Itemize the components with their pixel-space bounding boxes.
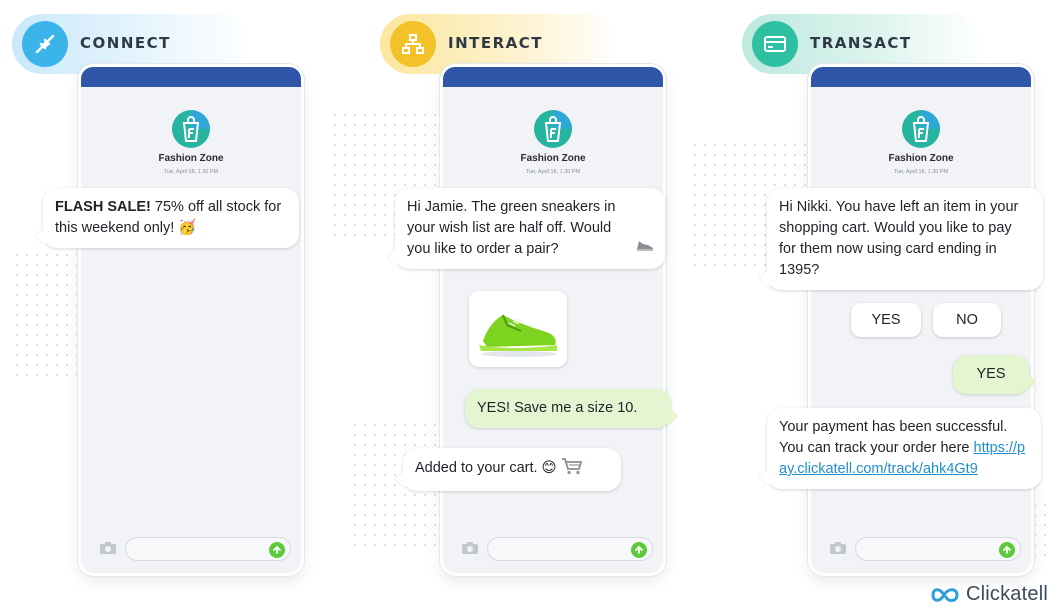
message-input[interactable] <box>125 537 291 561</box>
phone-connect: Fashion Zone Tue, April 18, 1.30 PM FLAS… <box>43 64 304 576</box>
brand-name: Fashion Zone <box>158 153 224 164</box>
brand-header: Fashion Zone Tue, April 18, 1.30 PM <box>81 109 301 175</box>
phone-interact: Fashion Zone Tue, April 18, 1.30 PM Hi J… <box>395 64 671 576</box>
size-reply-text: YES! Save me a size 10. <box>477 400 638 416</box>
shopping-bag-logo-icon <box>901 109 941 149</box>
phone-status-bar <box>81 67 301 87</box>
shopping-cart-icon <box>561 457 583 482</box>
clickatell-logo: Clickatell <box>930 583 1048 606</box>
send-arrow-icon[interactable] <box>269 542 285 558</box>
flash-sale-message: FLASH SALE! 75% off all stock for this w… <box>43 188 299 248</box>
sneaker-icon <box>635 237 655 260</box>
camera-icon[interactable] <box>461 541 479 555</box>
phase-label: TRANSACT <box>810 34 912 52</box>
cart-confirmation-text: Added to your cart. <box>415 460 538 476</box>
flash-sale-heading: FLASH SALE! <box>55 199 151 215</box>
message-composer <box>91 537 291 561</box>
shopping-bag-logo-icon <box>533 109 573 149</box>
message-timestamp: Tue, April 18, 1.30 PM <box>893 169 949 175</box>
company-name: Clickatell <box>965 583 1048 605</box>
green-sneaker-image <box>479 314 557 357</box>
phase-label: INTERACT <box>448 34 544 52</box>
send-arrow-icon[interactable] <box>631 542 647 558</box>
wishlist-message-text: Hi Jamie. The green sneakers in your wis… <box>407 199 616 257</box>
wishlist-message: Hi Jamie. The green sneakers in your wis… <box>395 188 665 269</box>
message-composer <box>821 537 1021 561</box>
phone-status-bar <box>443 67 663 87</box>
brand-header: Fashion Zone Tue, April 18, 1.30 PM <box>811 109 1031 175</box>
credit-card-icon <box>752 21 798 67</box>
brand-name: Fashion Zone <box>520 153 586 164</box>
plug-icon <box>22 21 68 67</box>
phase-label: CONNECT <box>80 34 171 52</box>
yes-reply-text: YES <box>976 366 1006 382</box>
smiley-emoji: 😊 <box>541 460 557 476</box>
message-timestamp: Tue, April 18, 1.30 PM <box>163 169 219 175</box>
cart-confirmation-message: Added to your cart. 😊 <box>403 448 621 491</box>
send-arrow-icon[interactable] <box>999 542 1015 558</box>
payment-success-message: Your payment has been successful. You ca… <box>767 408 1041 489</box>
cart-reminder-text: Hi Nikki. You have left an item in your … <box>779 199 1019 278</box>
party-face-emoji: 🥳 <box>178 220 197 236</box>
size-reply-message: YES! Save me a size 10. <box>465 389 671 428</box>
network-icon <box>390 21 436 67</box>
phone-status-bar <box>811 67 1031 87</box>
product-image-card[interactable] <box>469 291 567 367</box>
phone-transact: Fashion Zone Tue, April 18, 1.30 PM Hi N… <box>767 64 1043 576</box>
cart-reminder-message: Hi Nikki. You have left an item in your … <box>767 188 1043 290</box>
message-input[interactable] <box>487 537 653 561</box>
brand-header: Fashion Zone Tue, April 18, 1.30 PM <box>443 109 663 175</box>
quick-reply-no-button[interactable]: NO <box>933 303 1001 337</box>
clickatell-mark-icon <box>931 587 959 602</box>
camera-icon[interactable] <box>829 541 847 555</box>
message-composer <box>453 537 653 561</box>
camera-icon[interactable] <box>99 541 117 555</box>
shopping-bag-logo-icon <box>171 109 211 149</box>
message-timestamp: Tue, April 18, 1.30 PM <box>525 169 581 175</box>
message-input[interactable] <box>855 537 1021 561</box>
quick-reply-yes-button[interactable]: YES <box>851 303 921 337</box>
yes-reply-message: YES <box>953 355 1029 394</box>
brand-name: Fashion Zone <box>888 153 954 164</box>
